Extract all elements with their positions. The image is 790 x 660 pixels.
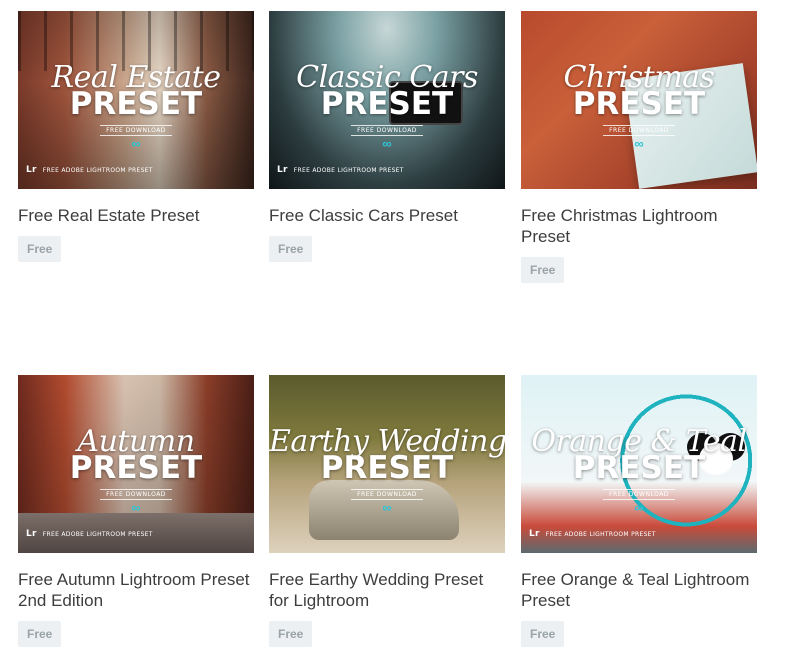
lightroom-icon: Lr xyxy=(277,165,288,175)
lightroom-icon: Lr xyxy=(529,529,540,539)
product-thumbnail[interactable]: Real Estate PRESET FREE DOWNLOAD ∞ Lr FR… xyxy=(18,11,254,189)
product-card: Orange & Teal PRESET FREE DOWNLOAD ∞ Lr … xyxy=(521,375,757,647)
lightroom-note: FREE ADOBE LIGHTROOM PRESET xyxy=(42,166,153,174)
product-title[interactable]: Free Autumn Lightroom Preset 2nd Edition xyxy=(18,569,254,611)
product-image xyxy=(269,11,505,189)
price-badge: Free xyxy=(18,621,62,647)
product-thumbnail[interactable]: Earthy Wedding PRESET FREE DOWNLOAD ∞ xyxy=(269,375,505,553)
lightroom-note: FREE ADOBE LIGHTROOM PRESET xyxy=(42,530,153,538)
price-badge: Free xyxy=(521,621,565,647)
product-image xyxy=(521,11,757,189)
lightroom-badge: Lr FREE ADOBE LIGHTROOM PRESET xyxy=(26,529,153,539)
product-card: Real Estate PRESET FREE DOWNLOAD ∞ Lr FR… xyxy=(18,11,254,262)
lightroom-badge: Lr FREE ADOBE LIGHTROOM PRESET xyxy=(26,165,153,175)
product-image xyxy=(269,375,505,553)
product-image xyxy=(521,375,757,553)
product-card: Autumn PRESET FREE DOWNLOAD ∞ Lr FREE AD… xyxy=(18,375,254,647)
price-badge: Free xyxy=(521,257,565,283)
product-image xyxy=(18,11,254,189)
product-card: Classic Cars PRESET FREE DOWNLOAD ∞ Lr F… xyxy=(269,11,505,262)
product-thumbnail[interactable]: Autumn PRESET FREE DOWNLOAD ∞ Lr FREE AD… xyxy=(18,375,254,553)
price-badge: Free xyxy=(18,236,62,262)
product-title[interactable]: Free Orange & Teal Lightroom Preset xyxy=(521,569,757,611)
lightroom-note: FREE ADOBE LIGHTROOM PRESET xyxy=(545,530,656,538)
product-thumbnail[interactable]: Classic Cars PRESET FREE DOWNLOAD ∞ Lr F… xyxy=(269,11,505,189)
lightroom-icon: Lr xyxy=(26,165,37,175)
product-title[interactable]: Free Christmas Lightroom Preset xyxy=(521,205,757,247)
product-title[interactable]: Free Earthy Wedding Preset for Lightroom xyxy=(269,569,505,611)
product-title[interactable]: Free Real Estate Preset xyxy=(18,205,254,226)
product-title[interactable]: Free Classic Cars Preset xyxy=(269,205,505,226)
product-card: Christmas PRESET FREE DOWNLOAD ∞ Free Ch… xyxy=(521,11,757,283)
lightroom-badge: Lr FREE ADOBE LIGHTROOM PRESET xyxy=(529,529,656,539)
price-badge: Free xyxy=(269,236,313,262)
product-thumbnail[interactable]: Christmas PRESET FREE DOWNLOAD ∞ xyxy=(521,11,757,189)
price-badge: Free xyxy=(269,621,313,647)
product-image xyxy=(18,375,254,553)
lightroom-badge: Lr FREE ADOBE LIGHTROOM PRESET xyxy=(277,165,404,175)
product-card: Earthy Wedding PRESET FREE DOWNLOAD ∞ Fr… xyxy=(269,375,505,647)
lightroom-note: FREE ADOBE LIGHTROOM PRESET xyxy=(293,166,404,174)
product-thumbnail[interactable]: Orange & Teal PRESET FREE DOWNLOAD ∞ Lr … xyxy=(521,375,757,553)
lightroom-icon: Lr xyxy=(26,529,37,539)
